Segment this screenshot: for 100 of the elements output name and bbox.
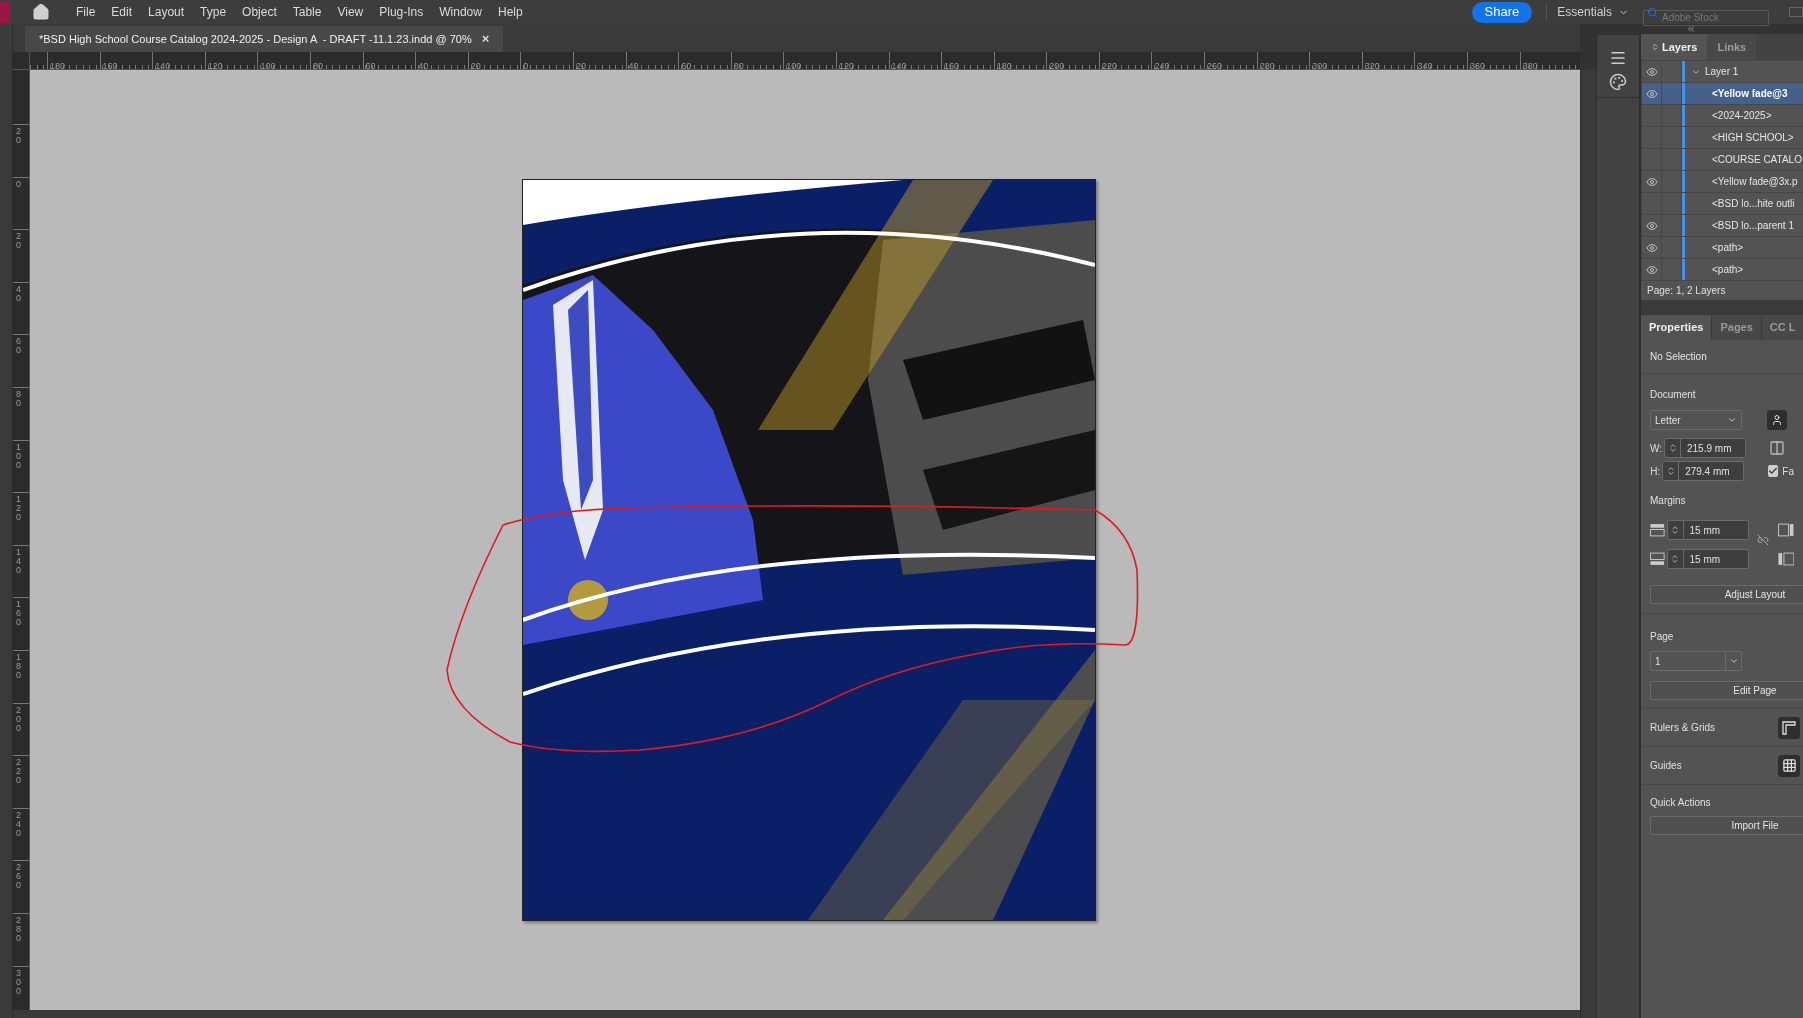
panel-button[interactable]: Adjust Layout — [1650, 585, 1803, 604]
pages-icon[interactable] — [1769, 440, 1785, 456]
ruler-label: 280 — [1259, 61, 1275, 69]
eye-icon[interactable] — [1645, 241, 1658, 254]
unlink-icon[interactable] — [1757, 534, 1770, 546]
panel-tab[interactable]: Layers — [1641, 34, 1708, 60]
layer-row[interactable]: <Yellow fade@3x.p — [1642, 171, 1803, 193]
layer-row[interactable]: <path> — [1642, 259, 1803, 281]
menu-item[interactable]: View — [329, 3, 372, 21]
panel-button[interactable]: Edit Page — [1650, 681, 1803, 700]
ruler-label: 340 — [1417, 61, 1433, 69]
eye-icon[interactable] — [1645, 65, 1658, 78]
page-size-dropdown[interactable]: Letter — [1650, 410, 1742, 430]
ruler-label: 0 — [16, 179, 21, 189]
right-margin-icon — [1777, 523, 1794, 537]
ruler-label: 180 — [50, 61, 66, 69]
palette-icon[interactable] — [1609, 73, 1627, 91]
ruler-label: 20 — [16, 232, 21, 251]
ruler-label: 180 — [16, 652, 21, 680]
layer-row[interactable]: <path> — [1642, 237, 1803, 259]
check-icon — [1768, 466, 1779, 476]
stock-search-field[interactable]: Adobe Stock — [1643, 9, 1769, 26]
height-field[interactable]: 279.4 mm — [1662, 461, 1745, 481]
eye-icon[interactable] — [1645, 219, 1658, 232]
panel-button[interactable]: Import File — [1650, 816, 1803, 835]
close-button[interactable]: × — [481, 29, 490, 49]
window-control-icon[interactable] — [1789, 7, 1803, 17]
layer-name: <BSD lo...hite outli — [1712, 197, 1795, 211]
eye-icon[interactable] — [1645, 175, 1658, 188]
ruler-label: 120 — [16, 495, 21, 523]
layer-row[interactable]: <2024-2025> — [1642, 105, 1803, 127]
page-dropdown[interactable]: 1 — [1650, 651, 1742, 671]
section-heading: Rulers & Grids — [1650, 721, 1715, 735]
home-icon[interactable] — [32, 3, 50, 21]
ruler-label: 120 — [207, 61, 223, 69]
checkbox-label: Fa — [1782, 464, 1794, 479]
ruler-label: 0 — [523, 61, 529, 69]
scrollbar[interactable] — [1580, 70, 1596, 1018]
ruler-label: 20 — [470, 61, 481, 69]
menu-item[interactable]: Window — [431, 3, 490, 21]
ruler-label: 220 — [1101, 61, 1117, 69]
eye-icon[interactable] — [1645, 87, 1658, 100]
menu-item[interactable]: File — [68, 3, 104, 21]
layer-row[interactable]: <BSD lo...hite outli — [1642, 193, 1803, 215]
ruler-label: 40 — [418, 61, 429, 69]
ruler-label: 60 — [681, 61, 692, 69]
layer-name: <HIGH SCHOOL> — [1712, 131, 1794, 145]
menu-item[interactable]: Help — [489, 3, 531, 21]
workspace-dropdown[interactable]: Essentials — [1546, 3, 1629, 21]
bottom-margin-field[interactable]: 15 mm — [1666, 549, 1749, 569]
stepper-icon[interactable] — [1670, 553, 1681, 565]
portrait-icon[interactable] — [1767, 410, 1787, 430]
collapse-icon[interactable] — [1686, 24, 1696, 34]
menu-item[interactable]: Type — [192, 3, 235, 21]
panel-tab[interactable]: Properties — [1641, 315, 1713, 340]
layer-name: <path> — [1712, 263, 1744, 277]
guides-icon[interactable] — [1778, 754, 1800, 777]
layer-name: <Yellow fade@3 — [1712, 87, 1788, 101]
menu-item[interactable]: Table — [284, 3, 330, 21]
ruler-label: 80 — [733, 61, 744, 69]
menu-item[interactable]: Edit — [103, 3, 141, 21]
ruler-label: 140 — [16, 547, 21, 575]
stepper-icon[interactable] — [1665, 465, 1676, 477]
ruler-label: 100 — [16, 442, 21, 470]
layer-row[interactable]: <COURSE CATALO — [1642, 149, 1803, 171]
section-heading: Page — [1650, 630, 1675, 644]
ruler-label: 220 — [16, 758, 21, 786]
document-title: *BSD High School Course Catalog 2024-2025 - Design A - DRAFT -11.1.23.indd @ 70% — [39, 31, 472, 47]
layer-name: <BSD lo...parent 1 — [1712, 219, 1794, 233]
eye-icon[interactable] — [1645, 263, 1658, 276]
ruler-label: 160 — [944, 61, 960, 69]
caret-icon — [1727, 415, 1737, 425]
layer-name: <Yellow fade@3x.p — [1712, 175, 1798, 189]
ruler-label: 260 — [1207, 61, 1223, 69]
left-margin-icon — [1777, 552, 1794, 566]
layer-row[interactable]: <BSD lo...parent 1 — [1642, 215, 1803, 237]
ruler-icon[interactable] — [1778, 716, 1800, 739]
document-tab[interactable]: *BSD High School Course Catalog 2024-2025 - Design A - DRAFT -11.1.23.indd @ 70% × — [25, 26, 504, 52]
ruler-label: 160 — [102, 61, 118, 69]
facing-pages-checkbox[interactable] — [1768, 465, 1779, 477]
ruler-label: 320 — [1364, 61, 1380, 69]
stepper-icon[interactable] — [1667, 442, 1678, 454]
section-heading: Document — [1650, 388, 1697, 402]
search-icon — [1647, 7, 1658, 18]
menu-item[interactable]: Plug-Ins — [371, 3, 432, 21]
ruler-label: 60 — [365, 61, 376, 69]
top-margin-field[interactable]: 15 mm — [1666, 520, 1749, 540]
menu-icon[interactable] — [1609, 49, 1627, 67]
ruler-label: 380 — [1522, 61, 1538, 69]
share-button[interactable]: Share — [1471, 1, 1533, 23]
app-logo-icon — [0, 1, 10, 23]
width-field[interactable]: 215.9 mm — [1664, 438, 1746, 458]
section-heading: Guides — [1650, 759, 1682, 773]
menu-item[interactable]: Layout — [140, 3, 193, 21]
ruler-origin[interactable] — [13, 52, 30, 70]
layer-row[interactable]: <Yellow fade@3 — [1642, 83, 1803, 105]
menu-item[interactable]: Object — [234, 3, 285, 21]
stepper-icon[interactable] — [1670, 524, 1681, 536]
ruler-label: 200 — [1049, 61, 1065, 69]
layer-row[interactable]: <HIGH SCHOOL> — [1642, 127, 1803, 149]
